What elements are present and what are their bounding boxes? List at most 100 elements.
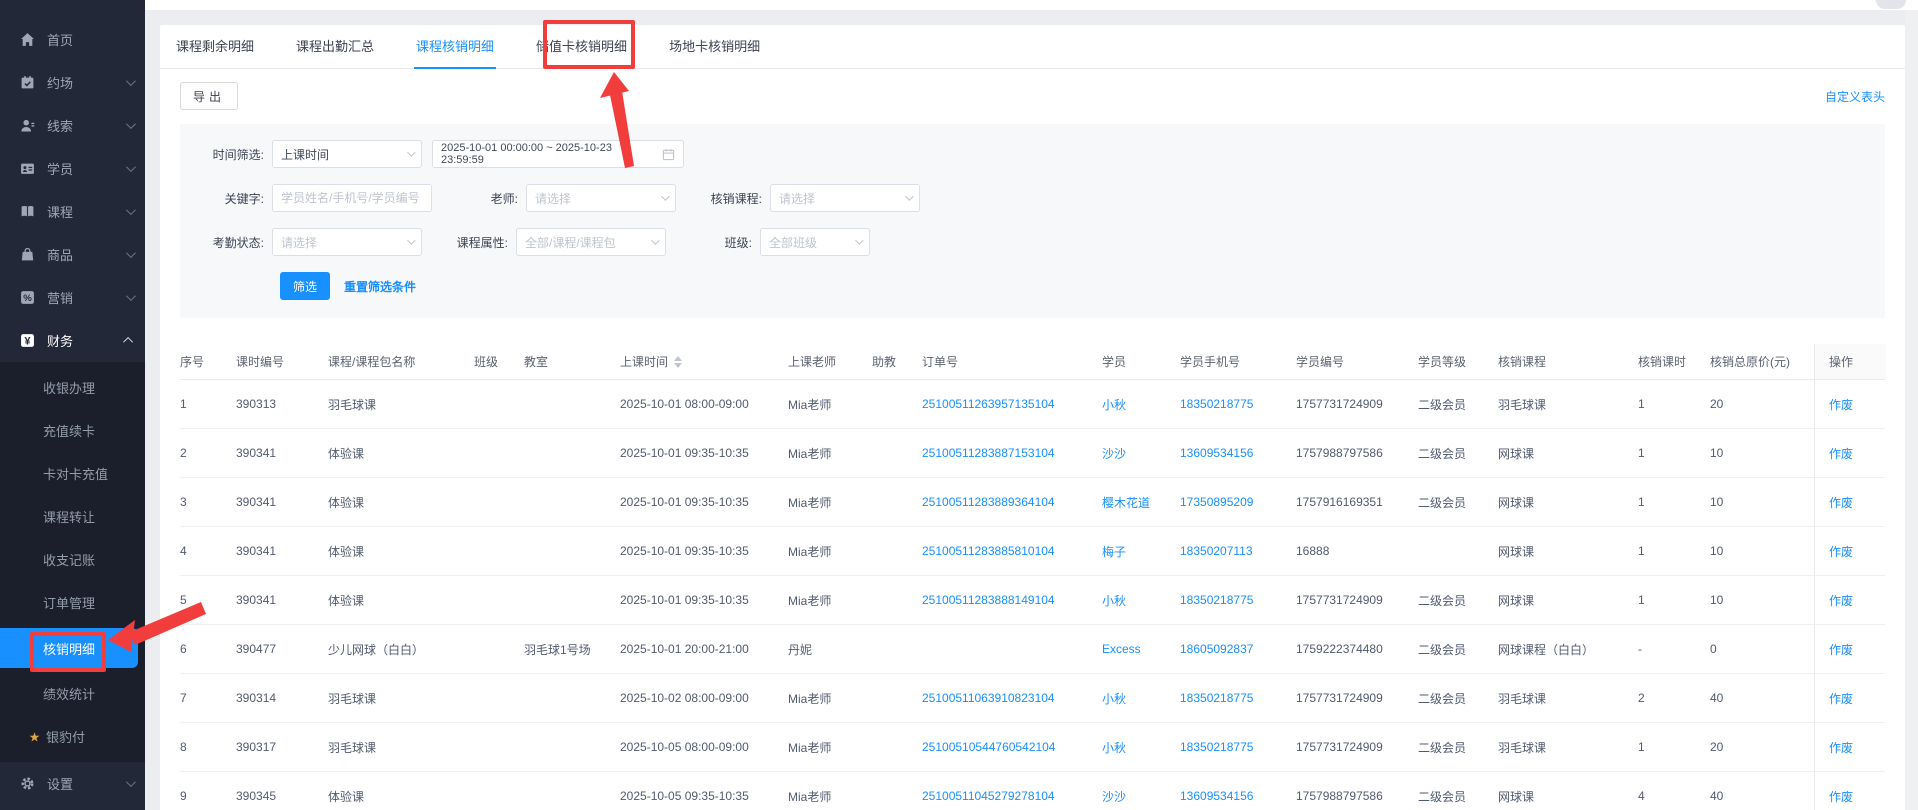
sidebar-item-home[interactable]: 首页 [0, 18, 145, 61]
cell-student[interactable]: 樱木花道 [1102, 478, 1180, 526]
cell-action[interactable]: 作废 [1814, 478, 1886, 526]
verification-table: 序号 课时编号 课程/课程包名称 班级 教室 上课时间 上课老师 助教 订单号 学员 学员手机号 学员… [180, 344, 1886, 810]
cell-student-phone[interactable]: 17350895209 [1180, 478, 1296, 526]
tab-course-attendance[interactable]: 课程出勤汇总 [294, 25, 376, 69]
col-header-verify-hours: 核销课时 [1638, 344, 1710, 379]
sort-carets-icon[interactable] [674, 355, 683, 368]
time-type-select[interactable]: 上课时间 [272, 140, 422, 168]
sidebar-item-leads[interactable]: 线索 [0, 104, 145, 147]
col-header-label: 上课老师 [788, 355, 837, 369]
cell-assistant [872, 625, 922, 673]
col-header-action: 操作 [1814, 344, 1886, 379]
class-select[interactable]: 全部班级 [760, 228, 870, 256]
sidebar-item-goods[interactable]: 商品 [0, 233, 145, 276]
sidebar-subitem-verification-detail[interactable]: 核销明细 [0, 628, 138, 668]
cell-action[interactable]: 作废 [1814, 625, 1886, 673]
cell-student[interactable]: 小秋 [1102, 576, 1180, 624]
cell-student[interactable]: 小秋 [1102, 674, 1180, 722]
sidebar-item-finance[interactable]: ¥ 财务 [0, 319, 145, 362]
cell-student-phone[interactable]: 18350207113 [1180, 527, 1296, 575]
finance-submenu: 收银办理 充值续卡 卡对卡充值 课程转让 收支记账 订单管理 核销明细 绩效统计 ★ 银豹付 [0, 362, 145, 762]
cell-room [524, 576, 620, 624]
sidebar-item-students[interactable]: 学员 [0, 147, 145, 190]
col-header-student: 学员 [1102, 344, 1180, 379]
cell-action[interactable]: 作废 [1814, 380, 1886, 428]
cell-order-no[interactable]: 25100511063910823104 [922, 674, 1102, 722]
cell-student-phone[interactable]: 13609534156 [1180, 772, 1296, 810]
sidebar-subitem-yinbao-pay[interactable]: ★ 银豹付 [0, 715, 145, 758]
cell-order-no[interactable]: 25100511283888149104 [922, 576, 1102, 624]
filter-reset-link[interactable]: 重置筛选条件 [344, 278, 416, 295]
sidebar-subitem-course-transfer[interactable]: 课程转让 [0, 495, 145, 538]
cell-action[interactable]: 作废 [1814, 674, 1886, 722]
sidebar-item-settings[interactable]: 设置 [0, 762, 145, 805]
cell-student[interactable]: 沙沙 [1102, 429, 1180, 477]
cell-index: 1 [180, 397, 187, 411]
cell-student-phone[interactable]: 18350218775 [1180, 674, 1296, 722]
cell-student-phone[interactable]: 18350218775 [1180, 723, 1296, 771]
cell-order-no[interactable]: 25100511263957135104 [922, 380, 1102, 428]
cell-action[interactable]: 作废 [1814, 772, 1886, 810]
attendance-status-select[interactable]: 请选择 [272, 228, 422, 256]
cell-order-no[interactable]: 25100511283887153104 [922, 429, 1102, 477]
course-attr-select[interactable]: 全部/课程/课程包 [516, 228, 666, 256]
cell-order-no[interactable]: 25100510544760542104 [922, 723, 1102, 771]
col-header-class-time[interactable]: 上课时间 [620, 344, 788, 379]
cell-class [474, 723, 524, 771]
cell-order-no[interactable]: 25100511045279278104 [922, 772, 1102, 810]
date-range-input[interactable]: 2025-10-01 00:00:00 ~ 2025-10-23 23:59:5… [432, 140, 684, 168]
keyword-input[interactable] [272, 184, 432, 212]
cell-student-level: 二级会员 [1418, 740, 1467, 755]
cell-student-phone[interactable]: 18350218775 [1180, 576, 1296, 624]
cell-action[interactable]: 作废 [1814, 429, 1886, 477]
verify-course-select[interactable]: 请选择 [770, 184, 920, 212]
cell-student-phone[interactable]: 18350218775 [1180, 380, 1296, 428]
customize-columns-link[interactable]: 自定义表头 [1825, 88, 1885, 105]
cell-verify-price: 10 [1710, 446, 1724, 460]
cell-order-no[interactable]: 25100511283885810104 [922, 527, 1102, 575]
filter-submit-button[interactable]: 筛选 [280, 272, 331, 300]
table-row: 6 390477 少儿网球（白白） 羽毛球1号场 2025-10-01 20:00-21… [180, 625, 1886, 674]
cell-room: 羽毛球1号场 [524, 642, 591, 657]
cell-index: 6 [180, 642, 187, 656]
tab-venue-card-verification[interactable]: 场地卡核销明细 [667, 25, 762, 69]
page-scrollbar[interactable] [1905, 0, 1918, 810]
sidebar-subitem-recharge-renew[interactable]: 充值续卡 [0, 409, 145, 452]
cell-student[interactable]: 小秋 [1102, 380, 1180, 428]
sidebar-subitem-card-to-card[interactable]: 卡对卡充值 [0, 452, 145, 495]
cell-teacher: Mia老师 [788, 544, 832, 559]
cell-verify-course: 网球课 [1498, 593, 1535, 608]
svg-text:★: ★ [29, 729, 41, 744]
cell-student-phone[interactable]: 13609534156 [1180, 429, 1296, 477]
col-header-student-phone: 学员手机号 [1180, 344, 1296, 379]
cell-order-no[interactable]: 25100511283889364104 [922, 478, 1102, 526]
cell-action[interactable]: 作废 [1814, 576, 1886, 624]
cell-verify-price: 0 [1710, 642, 1717, 656]
cell-student-phone[interactable]: 18605092837 [1180, 625, 1296, 673]
export-button[interactable]: 导出 [180, 82, 239, 110]
cell-assistant [872, 576, 922, 624]
col-header-label: 上课时间 [620, 355, 669, 369]
cell-student-no: 16888 [1296, 544, 1330, 558]
cell-student[interactable]: 梅子 [1102, 527, 1180, 575]
cell-student[interactable]: Excess [1102, 625, 1180, 673]
teacher-select[interactable]: 请选择 [526, 184, 676, 212]
cell-student[interactable]: 沙沙 [1102, 772, 1180, 810]
sidebar-subitem-order-management[interactable]: 订单管理 [0, 581, 145, 624]
cell-verify-hours: 1 [1638, 544, 1645, 558]
tab-course-verification[interactable]: 课程核销明细 [414, 25, 497, 69]
main-area: 课程剩余明细 课程出勤汇总 课程核销明细 储值卡核销明细 场地卡核销明细 导出 自定义表… [145, 0, 1905, 810]
sidebar-item-marketing[interactable]: % 营销 [0, 276, 145, 319]
cell-action[interactable]: 作废 [1814, 723, 1886, 771]
tab-value-card-verification[interactable]: 储值卡核销明细 [534, 25, 629, 69]
tab-course-remaining[interactable]: 课程剩余明细 [174, 25, 256, 69]
cell-student[interactable]: 小秋 [1102, 723, 1180, 771]
sidebar-item-booking[interactable]: 约场 [0, 61, 145, 104]
sidebar-subitem-performance-stats[interactable]: 绩效统计 [0, 672, 145, 715]
cell-action[interactable]: 作废 [1814, 527, 1886, 575]
chevron-down-icon [125, 291, 136, 302]
sidebar-item-courses[interactable]: 课程 [0, 190, 145, 233]
sidebar-subitem-cashier[interactable]: 收银办理 [0, 366, 145, 409]
cell-class [474, 576, 524, 624]
sidebar-subitem-income-expense[interactable]: 收支记账 [0, 538, 145, 581]
